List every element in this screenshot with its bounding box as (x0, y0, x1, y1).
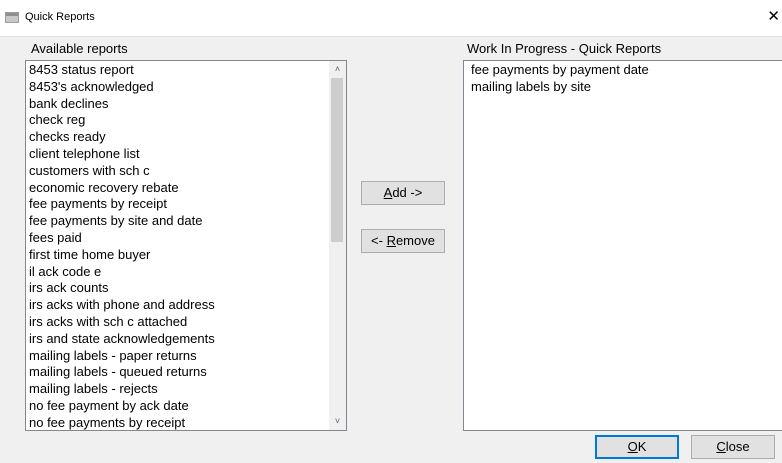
list-item[interactable]: economic recovery rebate (29, 180, 215, 197)
close-button-label: lose (725, 439, 750, 454)
list-item[interactable]: fee payments by site and date (29, 213, 215, 230)
scroll-up-icon[interactable]: ˄ (329, 61, 346, 78)
remove-button-mnemonic: R (386, 233, 396, 248)
list-item[interactable]: no fee payment by ack date (29, 398, 215, 415)
list-item[interactable]: irs acks with sch c attached (29, 314, 215, 331)
list-item[interactable]: irs ack counts (29, 280, 215, 297)
ok-button[interactable]: OK (595, 435, 679, 459)
remove-button-prefix: <- (371, 233, 387, 248)
remove-button[interactable]: <- Remove (361, 229, 445, 253)
list-item[interactable]: check reg (29, 112, 215, 129)
remove-button-label: emove (395, 233, 435, 248)
list-item[interactable]: irs and state acknowledgements (29, 331, 215, 348)
window-close-button[interactable]: ✕ (767, 8, 780, 25)
ok-button-label: K (637, 439, 647, 454)
list-item[interactable]: customers with sch c (29, 163, 215, 180)
available-reports-items: 8453 status report 8453's acknowledged ban… (29, 62, 215, 430)
list-item[interactable]: mailing labels - queued returns (29, 364, 215, 381)
wip-reports-items: fee payments by payment date mailing labe… (471, 62, 649, 96)
list-item[interactable]: mailing labels by site (471, 79, 649, 96)
add-button-label: dd -> (392, 185, 423, 200)
close-button-mnemonic: C (716, 439, 726, 454)
app-window-icon (5, 12, 19, 23)
wip-reports-list[interactable]: fee payments by payment date mailing labe… (463, 60, 782, 431)
list-item[interactable]: fees paid (29, 230, 215, 247)
scroll-thumb[interactable] (331, 78, 343, 242)
available-reports-list[interactable]: 8453 status report 8453's acknowledged ban… (25, 60, 347, 431)
list-item[interactable]: mailing labels - rejects (29, 381, 215, 398)
title-bar: Quick Reports ✕ (0, 0, 782, 37)
list-item[interactable]: no fee payments by receipt (29, 415, 215, 430)
window-title: Quick Reports (25, 11, 95, 23)
scroll-down-icon[interactable]: ˅ (329, 413, 346, 430)
list-item[interactable]: fee payments by payment date (471, 62, 649, 79)
wip-reports-label: Work In Progress - Quick Reports (467, 41, 662, 56)
available-reports-scrollbar[interactable]: ˄ ˅ (329, 61, 346, 430)
list-item[interactable]: bank declines (29, 96, 215, 113)
list-item[interactable]: client telephone list (29, 146, 215, 163)
list-item[interactable]: fee payments by receipt (29, 196, 215, 213)
add-button[interactable]: Add -> (361, 181, 445, 205)
list-item[interactable]: 8453 status report (29, 62, 215, 79)
close-button[interactable]: Close (691, 435, 775, 459)
list-item[interactable]: irs acks with phone and address (29, 297, 215, 314)
list-item[interactable]: checks ready (29, 129, 215, 146)
ok-button-mnemonic: O (627, 439, 638, 454)
list-item[interactable]: il ack code e (29, 264, 215, 281)
list-item[interactable]: 8453's acknowledged (29, 79, 215, 96)
available-reports-label: Available reports (31, 41, 128, 56)
list-item[interactable]: mailing labels - paper returns (29, 348, 215, 365)
list-item[interactable]: first time home buyer (29, 247, 215, 264)
